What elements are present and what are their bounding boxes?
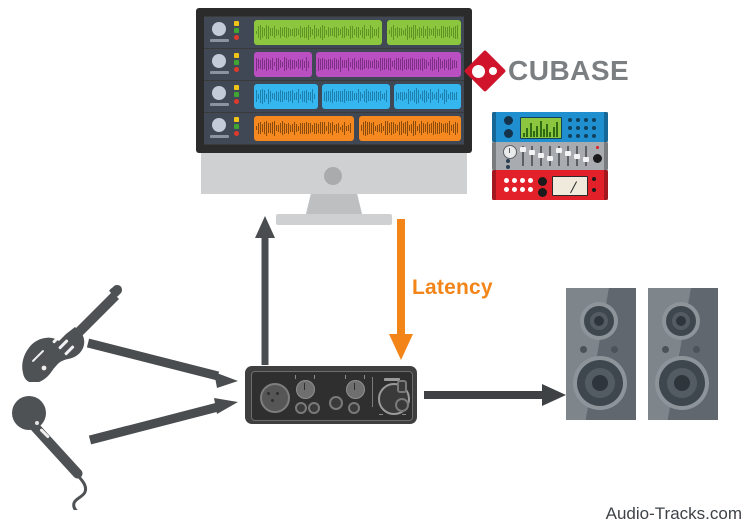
port-dot-right: [611, 346, 618, 353]
woofer-dustcap: [592, 375, 608, 391]
watermark: Audio-Tracks.com: [605, 504, 742, 523]
tweeter-dustcap: [676, 316, 686, 326]
electric-guitar-icon: [22, 285, 122, 382]
headphone-jack: [395, 398, 409, 412]
gain-knob-1[interactable]: [296, 380, 315, 399]
arrow-latency: [389, 219, 413, 360]
latency-label: Latency: [412, 276, 493, 299]
port-dot-right: [693, 346, 700, 353]
line-input-jack-3: [348, 402, 360, 414]
port-dot-left: [662, 346, 669, 353]
arrow-interface-to-computer: [255, 216, 275, 365]
studio-monitor-speakers: [566, 288, 718, 420]
woofer-dustcap: [674, 375, 690, 391]
xlr-input-jack: [260, 383, 290, 413]
diagram-canvas: CUBASE Latency Audio-Tracks.com: [0, 0, 750, 530]
line-input-jack-1: [295, 402, 307, 414]
microphone-icon: [12, 396, 88, 510]
studio-monitor: [648, 288, 718, 420]
gain-knob-2[interactable]: [346, 380, 365, 399]
arrow-interface-to-speakers: [424, 384, 566, 406]
line-input-jack-2: [308, 402, 320, 414]
studio-monitor: [566, 288, 636, 420]
tweeter-dustcap: [594, 316, 604, 326]
port-dot-left: [580, 346, 587, 353]
power-led: [397, 380, 407, 393]
audio-interface: [245, 366, 417, 424]
interface-faceplate: [251, 371, 413, 421]
instrument-jack: [329, 396, 343, 410]
